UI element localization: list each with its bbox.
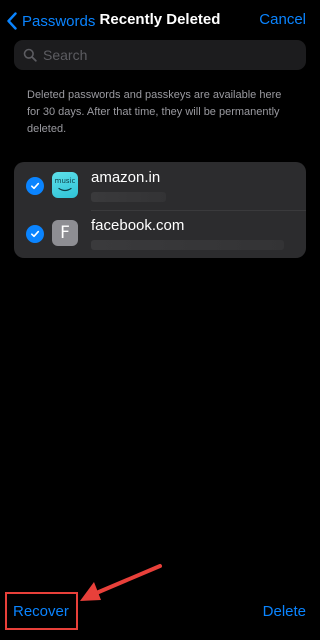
- checkmark-circle-icon[interactable]: [26, 225, 44, 243]
- amazon-music-icon: music: [52, 172, 78, 198]
- site-name: facebook.com: [91, 217, 185, 234]
- checkmark-circle-icon[interactable]: [26, 177, 44, 195]
- recover-button[interactable]: Recover: [13, 603, 69, 620]
- deleted-items-list: music amazon.in F facebook.com: [14, 162, 306, 258]
- annotation-arrow: [80, 564, 162, 601]
- list-item-amazon[interactable]: music amazon.in: [14, 162, 306, 211]
- search-input[interactable]: [43, 47, 283, 63]
- redacted-username: [91, 192, 166, 202]
- cancel-button[interactable]: Cancel: [259, 11, 306, 28]
- site-name: amazon.in: [91, 169, 161, 186]
- search-field[interactable]: [14, 40, 306, 70]
- redacted-username: [91, 240, 284, 250]
- info-text: Deleted passwords and passkeys are avail…: [27, 89, 282, 135]
- navigation-bar: Passwords Recently Deleted Cancel: [0, 0, 320, 42]
- list-item-facebook[interactable]: F facebook.com: [14, 210, 306, 258]
- letter-f-icon: F: [52, 220, 78, 246]
- delete-button[interactable]: Delete: [263, 603, 306, 620]
- search-icon: [23, 48, 37, 62]
